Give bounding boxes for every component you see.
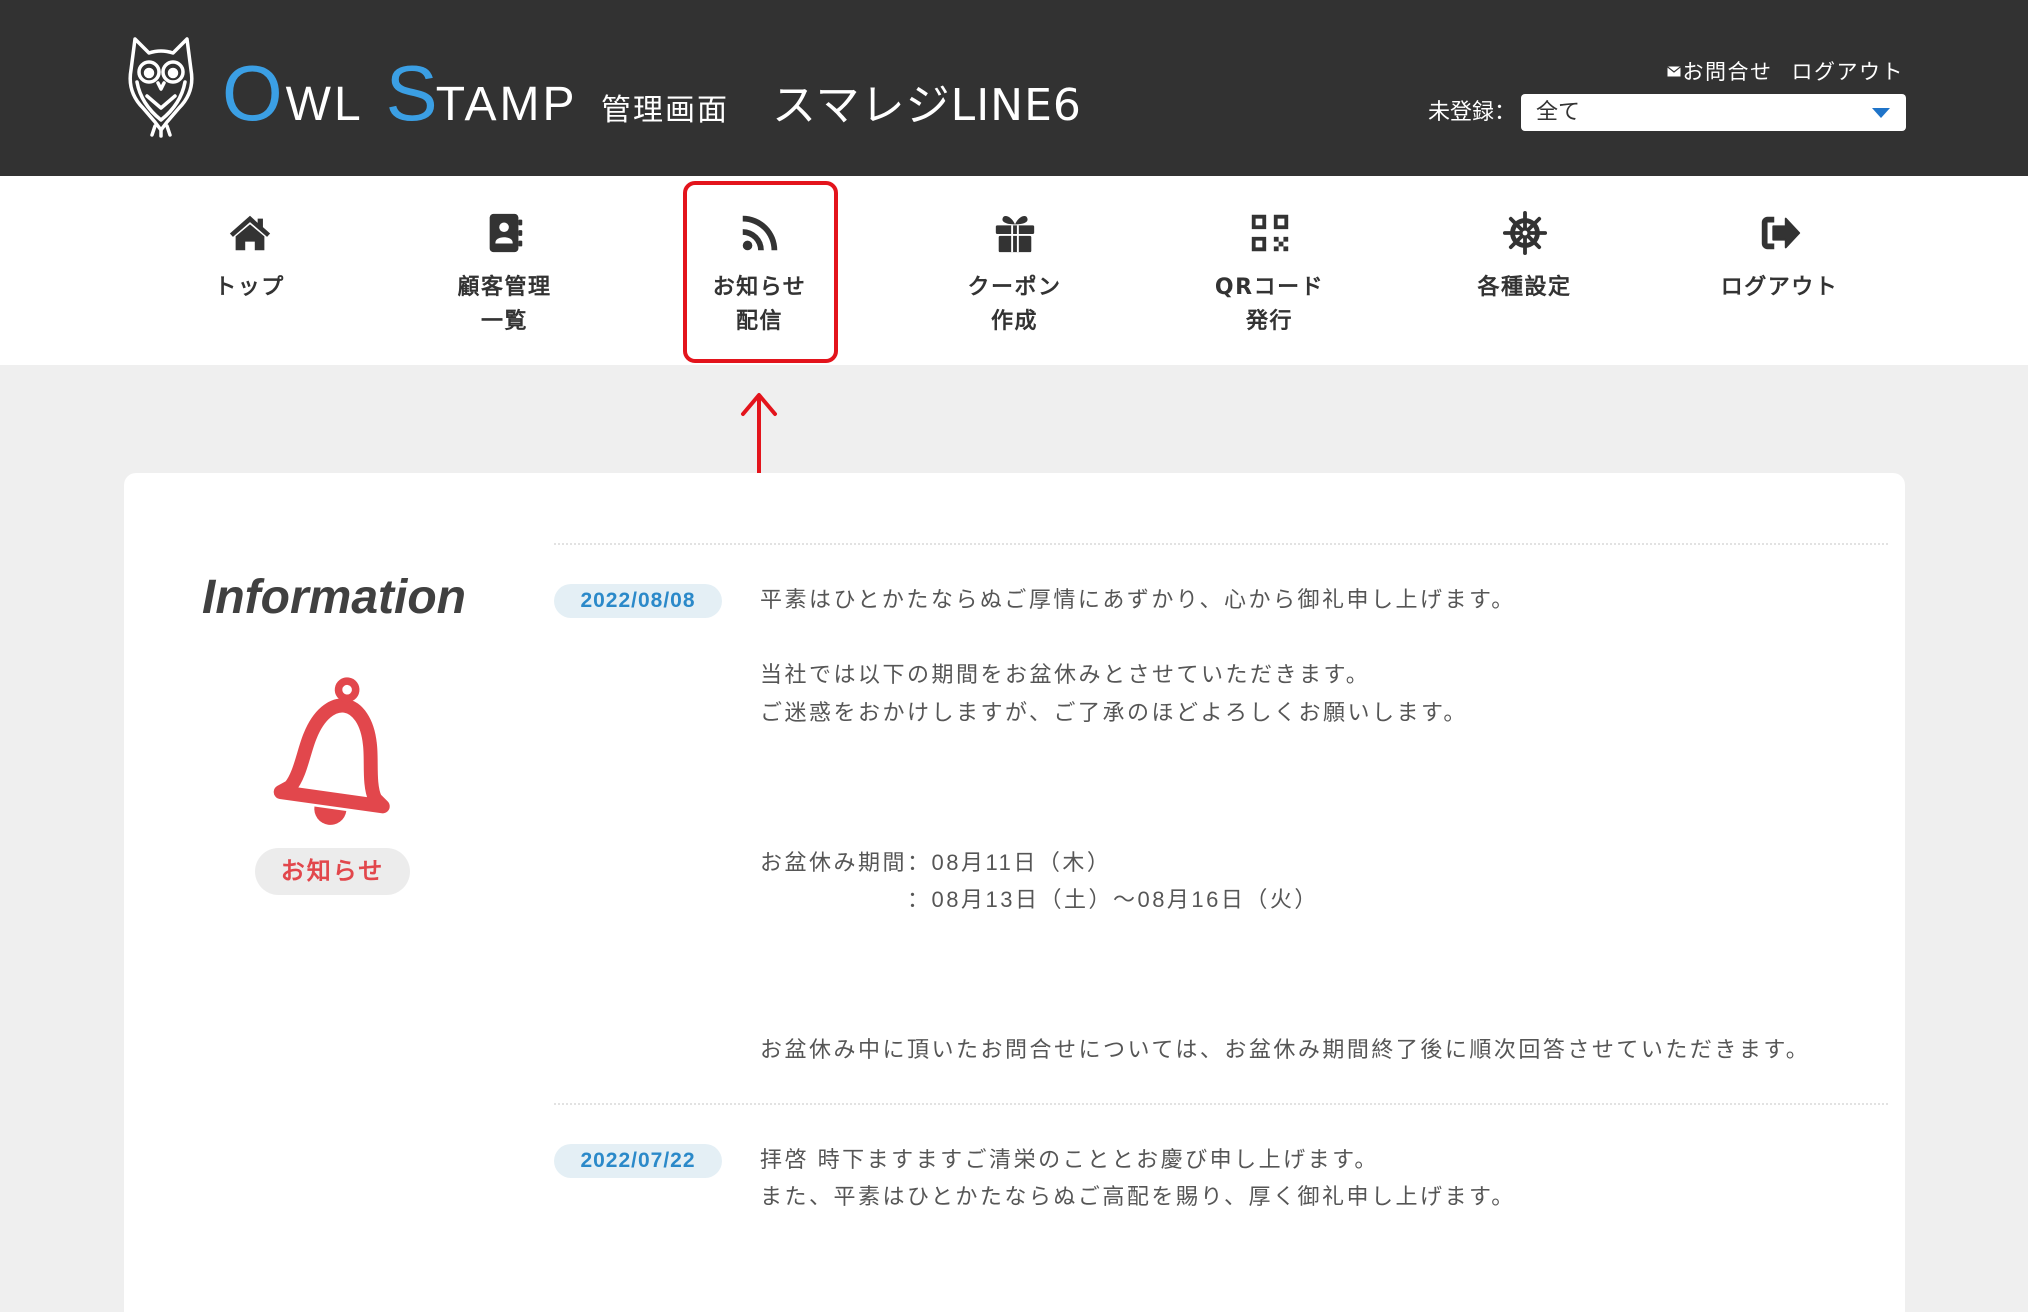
nav-item-label-line2: 作成 bbox=[990, 309, 1038, 334]
news-item: 2022/08/08 平素はひとかたならぬご厚情にあずかり、心から御礼申し上げま… bbox=[554, 545, 1888, 1103]
news-item: 2022/07/22 拝啓 時下ますますご清栄のこととお慶び申し上げます。 また… bbox=[554, 1105, 1888, 1250]
news-line: ご迷惑をおかけしますが、ご了承のほどよろしくお願いします。 bbox=[760, 699, 1468, 725]
nav-item-customers[interactable]: 顧客管理 一覧 bbox=[377, 176, 632, 365]
owl-logo-icon bbox=[125, 36, 197, 138]
sign-out-icon bbox=[1757, 210, 1803, 256]
brand-logo[interactable]: O WL S TAMP bbox=[222, 52, 601, 146]
news-paragraph: お盆休み中に頂いたお問合せについては、お盆休み期間終了後に順次回答させていただき… bbox=[760, 1031, 1810, 1069]
nav-item-coupon[interactable]: クーポン 作成 bbox=[887, 176, 1142, 365]
news-line: 当社では以下の期間をお盆休みとさせていただきます。 bbox=[760, 662, 1371, 687]
qrcode-icon bbox=[1247, 210, 1293, 256]
information-badge: お知らせ bbox=[255, 848, 410, 895]
nav-item-label: トップ bbox=[214, 275, 285, 300]
information-card: Information お知らせ 2022/08/08 平素はひとかたならぬご厚… bbox=[124, 473, 1905, 1312]
news-paragraph: 拝啓 時下ますますご清栄のこととお慶び申し上げます。 また、平素はひとかたならぬ… bbox=[760, 1141, 1516, 1216]
nav-item-label-line2: 一覧 bbox=[480, 309, 528, 334]
header-logout-label: ログアウト bbox=[1791, 60, 1904, 84]
news-body: 平素はひとかたならぬご厚情にあずかり、心から御礼申し上げます。 当社では以下の期… bbox=[760, 581, 1810, 1069]
news-paragraph: 平素はひとかたならぬご厚情にあずかり、心から御礼申し上げます。 bbox=[760, 581, 1810, 619]
app-header: O WL S TAMP 管理画面 スマレジLINE6 お問合せ ログアウト 未登… bbox=[0, 0, 2028, 176]
nav-item-label: ログアウト bbox=[1720, 275, 1839, 300]
filter-select-value: 全て bbox=[1536, 100, 1581, 125]
unregistered-filter-label: 未登録： bbox=[1427, 100, 1516, 125]
news-line: また、平素はひとかたならぬご高配を賜り、厚く御礼申し上げます。 bbox=[760, 1184, 1516, 1209]
contact-link[interactable]: お問合せ bbox=[1666, 56, 1773, 86]
nav-item-label: 顧客管理 bbox=[457, 275, 552, 300]
nav-item-label: クーポン bbox=[967, 275, 1062, 300]
home-icon bbox=[227, 210, 273, 256]
unregistered-filter-select[interactable]: 全て bbox=[1521, 94, 1906, 131]
holiday-period-dates: ：08月11日（木） ：08月13日（土）〜08月16日（火） bbox=[907, 844, 1319, 919]
chevron-down-icon bbox=[1872, 108, 1890, 118]
nav-items: トップ 顧客管理 一覧 お知らせ 配信 クーポン 作成 QRコード 発行 各種設… bbox=[122, 176, 1907, 365]
news-date-badge: 2022/08/08 bbox=[554, 584, 722, 618]
news-list: 2022/08/08 平素はひとかたならぬご厚情にあずかり、心から御礼申し上げま… bbox=[554, 543, 1888, 1250]
gift-icon bbox=[992, 210, 1038, 256]
shop-name: スマレジLINE6 bbox=[772, 80, 1082, 131]
bell-icon bbox=[265, 673, 407, 834]
nav-item-label-line2: 発行 bbox=[1245, 309, 1293, 334]
envelope-icon bbox=[1666, 65, 1681, 77]
nav-item-label: QRコード bbox=[1214, 275, 1325, 300]
brand-letters-wl: WL bbox=[285, 78, 364, 131]
nav-item-top[interactable]: トップ bbox=[122, 176, 377, 365]
news-paragraph: 当社では以下の期間をお盆休みとさせていただきます。 ご迷惑をおかけしますが、ご了… bbox=[760, 656, 1810, 731]
nav-item-label: 各種設定 bbox=[1477, 275, 1572, 300]
news-date-badge: 2022/07/22 bbox=[554, 1143, 722, 1178]
brand-letters-tamp: TAMP bbox=[435, 78, 578, 131]
brand-letter-o: O bbox=[222, 49, 283, 137]
news-line: 平素はひとかたならぬご厚情にあずかり、心から御礼申し上げます。 bbox=[760, 587, 1516, 612]
highlight-box bbox=[683, 181, 838, 363]
nav-item-qrcode[interactable]: QRコード 発行 bbox=[1142, 176, 1397, 365]
title-row: O WL S TAMP 管理画面 スマレジLINE6 bbox=[222, 52, 1082, 134]
contact-link-label: お問合せ bbox=[1682, 60, 1773, 84]
holiday-period: お盆休み期間 ：08月11日（木） ：08月13日（土）〜08月16日（火） bbox=[760, 844, 1810, 919]
holiday-date: ：08月13日（土）〜08月16日（火） bbox=[907, 887, 1319, 912]
nav-item-logout[interactable]: ログアウト bbox=[1652, 176, 1907, 365]
admin-subtitle: 管理画面 bbox=[601, 93, 729, 128]
address-book-icon bbox=[482, 210, 528, 256]
information-title: Information bbox=[202, 571, 466, 624]
header-logout-link[interactable]: ログアウト bbox=[1792, 56, 1905, 86]
header-links: お問合せ ログアウト bbox=[1666, 56, 1905, 86]
holiday-date: ：08月11日（木） bbox=[907, 849, 1112, 875]
holiday-period-label: お盆休み期間 bbox=[760, 849, 908, 875]
brand-letter-s: S bbox=[385, 49, 438, 137]
main-nav: トップ 顧客管理 一覧 お知らせ 配信 クーポン 作成 QRコード 発行 各種設… bbox=[0, 176, 2028, 365]
news-line: お盆休み中に頂いたお問合せについては、お盆休み期間終了後に順次回答させていただき… bbox=[760, 1037, 1811, 1062]
nav-item-settings[interactable]: 各種設定 bbox=[1397, 176, 1652, 365]
news-line: 拝啓 時下ますますご清栄のこととお慶び申し上げます。 bbox=[760, 1146, 1379, 1172]
news-body: 拝啓 時下ますますご清栄のこととお慶び申し上げます。 また、平素はひとかたならぬ… bbox=[760, 1141, 1516, 1216]
ship-wheel-icon bbox=[1502, 210, 1548, 256]
